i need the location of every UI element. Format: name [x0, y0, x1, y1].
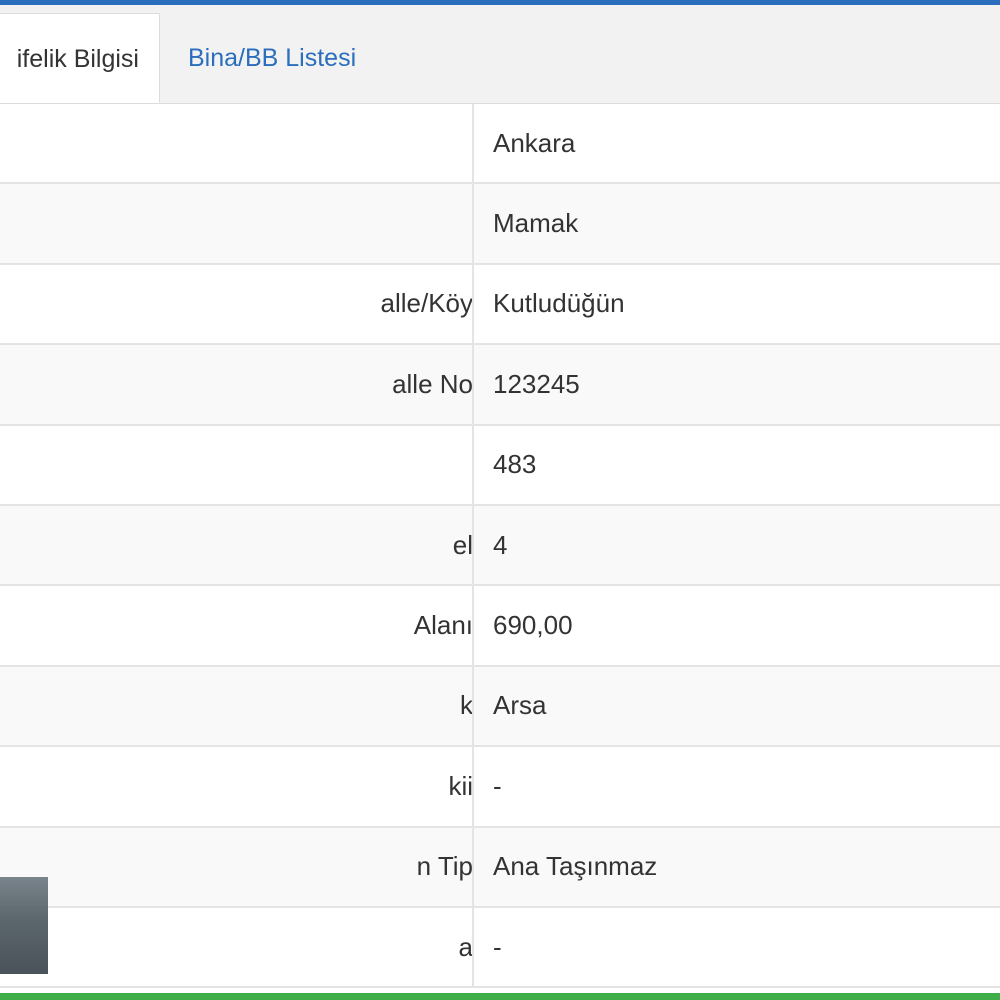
table-row: Alanı 690,00 — [0, 586, 1000, 667]
tab-building-list[interactable]: Bina/BB Listesi — [188, 13, 356, 103]
table-row: 483 — [0, 425, 1000, 506]
table-row: el 4 — [0, 505, 1000, 587]
column-divider — [472, 505, 474, 585]
table-row: alle No 123245 — [0, 345, 1000, 426]
row-label: kii — [448, 770, 473, 801]
table-row: kii - — [0, 747, 1000, 828]
column-divider — [472, 827, 474, 906]
tab-ownership-info[interactable]: ifelik Bilgisi — [0, 13, 160, 103]
table-row: Mamak — [0, 184, 1000, 265]
table-row: n Tip Ana Taşınmaz — [0, 827, 1000, 908]
column-divider — [472, 907, 474, 987]
row-value: Mamak — [493, 208, 579, 239]
row-label: Alanı — [413, 610, 473, 641]
table-row: alle/Köy Kutludüğün — [0, 264, 1000, 346]
row-label: a — [458, 931, 473, 962]
column-divider — [472, 586, 474, 665]
column-divider — [472, 264, 474, 344]
row-value: Ana Taşınmaz — [493, 851, 658, 882]
row-value: Ankara — [493, 127, 576, 158]
column-divider — [472, 184, 474, 263]
video-thumbnail-overlay — [0, 877, 48, 974]
row-value: - — [493, 770, 502, 801]
row-value: 690,00 — [493, 610, 573, 641]
row-label: n Tip — [416, 851, 473, 882]
row-value: 4 — [493, 529, 508, 560]
row-value: - — [493, 931, 502, 962]
column-divider — [472, 747, 474, 826]
table-row: k Arsa — [0, 666, 1000, 748]
property-info-panel: 32 ifelik Bilgisi Bina/BB Listesi Ankara… — [0, 0, 1000, 1000]
row-value: 123245 — [493, 368, 580, 399]
column-divider — [472, 666, 474, 746]
column-divider — [472, 104, 474, 183]
bottom-accent-bar — [0, 993, 1000, 1000]
table-row: a - — [0, 907, 1000, 989]
row-value: Arsa — [493, 690, 547, 721]
row-value: 483 — [493, 449, 537, 480]
row-label: alle No — [392, 368, 473, 399]
table-row: Ankara — [0, 104, 1000, 185]
column-divider — [472, 425, 474, 504]
property-table: Ankara Mamak alle/Köy Kutludüğün alle No… — [0, 104, 1000, 989]
row-label: alle/Köy — [380, 288, 474, 319]
row-value: Kutludüğün — [493, 288, 625, 319]
tab-bar: 32 ifelik Bilgisi Bina/BB Listesi — [0, 5, 1000, 104]
row-label: el — [452, 529, 473, 560]
column-divider — [472, 345, 474, 424]
